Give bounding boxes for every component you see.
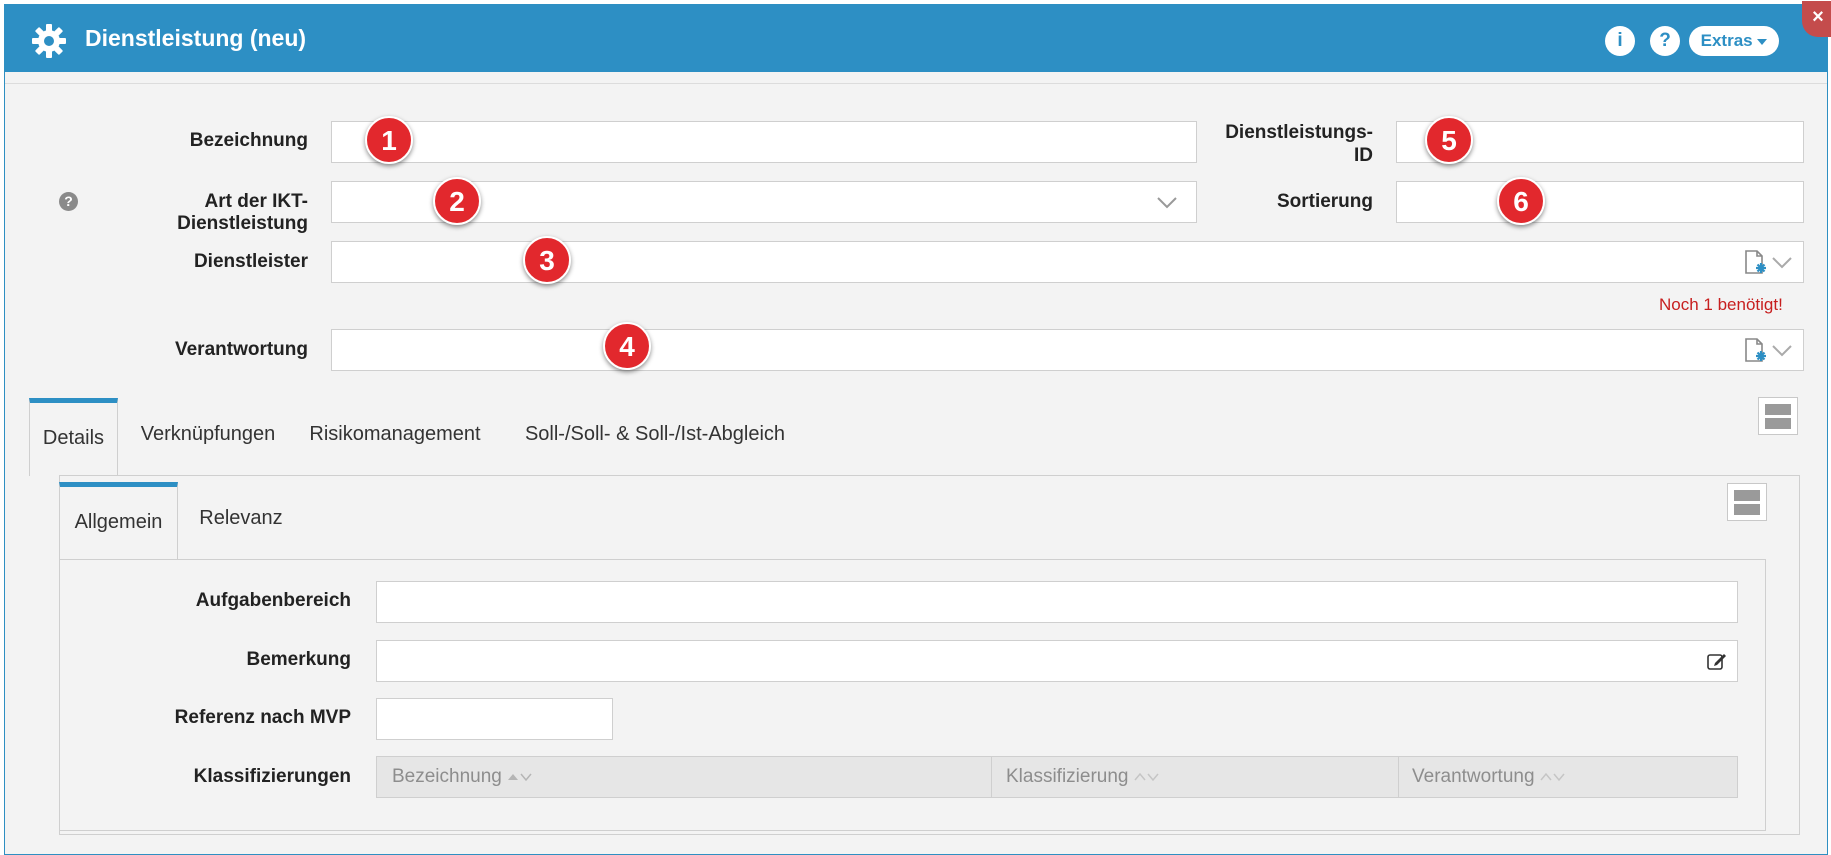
klassifizierungen-label: Klassifizierungen (193, 766, 351, 787)
aufgabenbereich-input[interactable] (376, 581, 1738, 623)
column-header-klassifizierung[interactable]: Klassifizierung (1006, 757, 1160, 797)
info-button[interactable]: i (1605, 26, 1635, 56)
callout-badge-4: 4 (603, 322, 651, 370)
sortierung-label: Sortierung (1276, 191, 1373, 212)
verantwortung-select[interactable] (331, 329, 1804, 371)
sortierung-input[interactable] (1396, 181, 1804, 223)
column-divider (1398, 757, 1399, 797)
extras-button[interactable]: Extras (1689, 26, 1779, 56)
layout-toggle-icon (1734, 490, 1760, 501)
callout-badge-3: 3 (523, 236, 571, 284)
info-icon: i (1617, 30, 1623, 51)
bemerkung-input[interactable] (376, 640, 1738, 682)
chevron-down-icon[interactable] (1771, 256, 1793, 270)
window-title: Dienstleistung (neu) (85, 25, 307, 51)
callout-badge-1: 1 (365, 116, 413, 164)
extras-label: Extras (1700, 31, 1753, 50)
dialog-window: Dienstleistung (neu) i ? Extras × Bezeic… (4, 1, 1831, 855)
referenz-input[interactable] (376, 698, 613, 740)
title-separator (5, 83, 1827, 84)
help-circle-icon[interactable]: ? (59, 192, 78, 211)
tab-abgleich[interactable]: Soll-/Soll- & Soll-/Ist-Abgleich (505, 398, 805, 470)
sort-icon (1540, 772, 1565, 782)
layout-toggle-button[interactable] (1758, 397, 1798, 435)
bemerkung-label: Bemerkung (246, 649, 351, 670)
art-label: Art der IKT-Dienstleistung (177, 191, 308, 234)
edit-icon[interactable] (1706, 651, 1728, 671)
verantwortung-label: Verantwortung (174, 339, 308, 360)
tab-verknuepfungen[interactable]: Verknüpfungen (133, 398, 283, 470)
tab-details[interactable]: Details (29, 398, 118, 476)
callout-badge-2: 2 (433, 177, 481, 225)
sort-icon (1134, 772, 1159, 782)
dienstleister-label: Dienstleister (193, 251, 308, 272)
help-icon: ? (1659, 30, 1671, 51)
dienstleistungs-id-label-line1: Dienstleistungs- (1225, 122, 1373, 143)
chevron-down-icon[interactable] (1771, 344, 1793, 358)
bezeichnung-input[interactable] (331, 121, 1197, 163)
gear-icon (32, 24, 66, 58)
sort-asc-icon (508, 773, 532, 782)
title-bar: Dienstleistung (neu) i ? Extras (5, 5, 1827, 72)
referenz-label: Referenz nach MVP (174, 707, 351, 728)
aufgabenbereich-label: Aufgabenbereich (195, 590, 351, 611)
column-header-label: Verantwortung (1412, 766, 1535, 787)
tab-allgemein[interactable]: Allgemein (59, 482, 178, 560)
dienstleistungs-id-label: Dienstleistungs- ID (1195, 121, 1373, 167)
required-hint: Noch 1 benötigt! (1659, 295, 1783, 314)
close-button[interactable]: × (1802, 1, 1831, 37)
layout-toggle-icon (1765, 404, 1791, 415)
callout-badge-6: 6 (1497, 177, 1545, 225)
tab-relevanz[interactable]: Relevanz (191, 482, 291, 554)
sub-layout-toggle-button[interactable] (1727, 483, 1767, 521)
column-header-label: Bezeichnung (392, 766, 502, 787)
column-header-bezeichnung[interactable]: Bezeichnung (392, 757, 533, 797)
column-header-label: Klassifizierung (1006, 766, 1129, 787)
column-header-verantwortung[interactable]: Verantwortung (1412, 757, 1566, 797)
column-divider (991, 757, 992, 797)
bezeichnung-label: Bezeichnung (189, 130, 308, 151)
close-icon: × (1812, 6, 1824, 28)
caret-down-icon (1757, 38, 1768, 45)
new-document-icon[interactable] (1743, 249, 1767, 275)
klassifizierungen-table-header: Bezeichnung Klassifizierung Verantwortun… (376, 756, 1738, 798)
new-document-icon[interactable] (1743, 337, 1767, 363)
chevron-down-icon (1157, 197, 1177, 209)
help-button[interactable]: ? (1650, 26, 1680, 56)
callout-badge-5: 5 (1425, 116, 1473, 164)
dienstleistungs-id-label-line2: ID (1354, 145, 1373, 166)
tab-risikomanagement[interactable]: Risikomanagement (305, 398, 485, 470)
